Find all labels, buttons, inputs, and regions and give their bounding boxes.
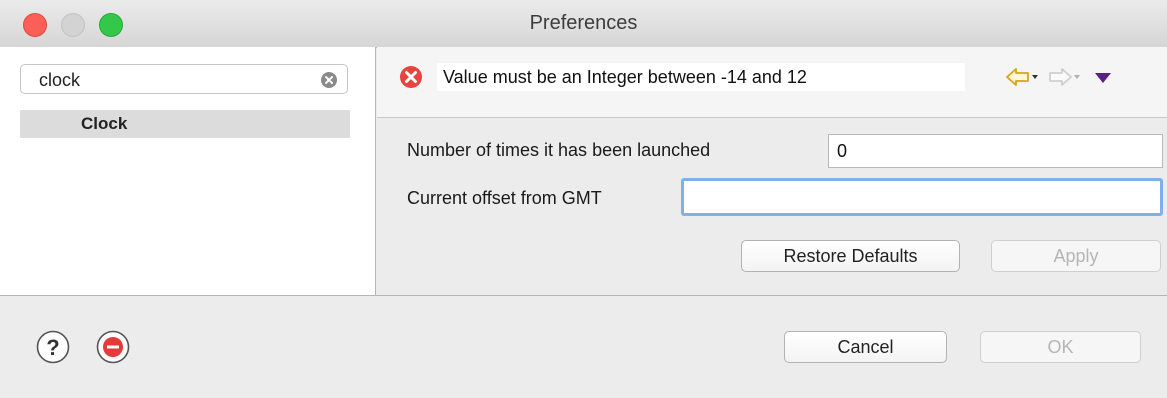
preference-page: Value must be an Integer between -14 and… <box>377 47 1167 295</box>
clear-search-icon[interactable] <box>321 72 337 88</box>
error-message: Value must be an Integer between -14 and… <box>437 63 965 91</box>
error-message-text: Value must be an Integer between -14 and… <box>443 67 807 87</box>
window-title: Preferences <box>529 12 638 34</box>
gmt-offset-label: Current offset from GMT <box>407 188 602 208</box>
error-icon <box>400 66 422 88</box>
view-menu-icon[interactable] <box>1095 73 1111 83</box>
title-bar: Preferences <box>0 0 1167 48</box>
tree-item-label: Clock <box>81 114 128 133</box>
preference-tree-pane: Clock <box>0 47 376 295</box>
launch-count-field[interactable] <box>828 134 1163 168</box>
message-area: Value must be an Integer between -14 and… <box>377 47 1167 118</box>
launch-count-label: Number of times it has been launched <box>407 140 711 160</box>
apply-button[interactable]: Apply <box>991 240 1161 272</box>
restore-defaults-button[interactable]: Restore Defaults <box>741 240 960 272</box>
svg-text:?: ? <box>46 335 59 360</box>
record-icon[interactable] <box>96 330 130 364</box>
tree-item-clock[interactable]: Clock <box>20 110 350 138</box>
filter-input[interactable] <box>39 70 309 90</box>
filter-field[interactable] <box>20 64 348 94</box>
forward-arrow-icon[interactable] <box>1047 66 1081 88</box>
cancel-button[interactable]: Cancel <box>784 331 947 363</box>
back-arrow-icon[interactable] <box>1005 66 1039 88</box>
help-icon[interactable]: ? <box>36 330 70 364</box>
ok-button[interactable]: OK <box>980 331 1141 363</box>
gmt-offset-field[interactable] <box>681 178 1163 216</box>
dialog-button-bar: ? Cancel OK <box>0 295 1167 398</box>
